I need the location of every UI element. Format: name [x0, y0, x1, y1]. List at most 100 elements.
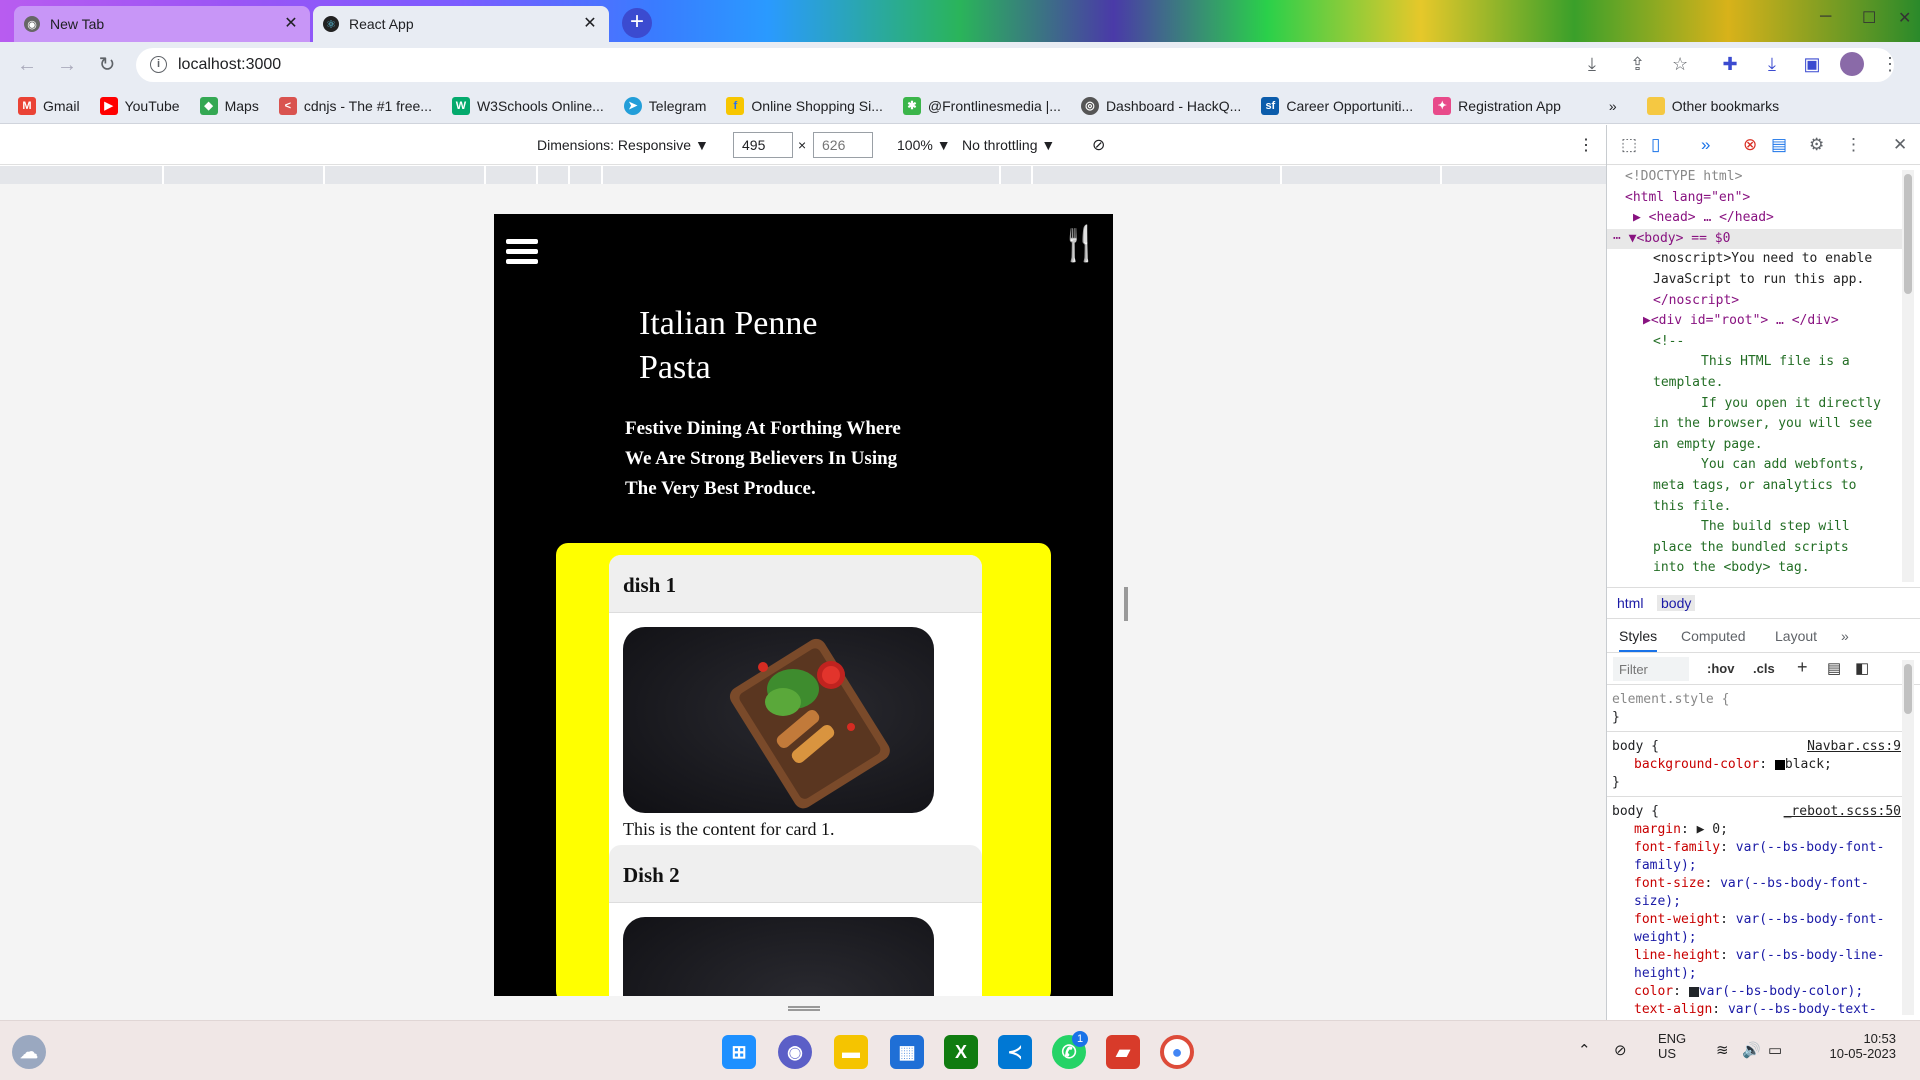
dom-comment[interactable]: this file. — [1607, 497, 1907, 518]
tab-styles[interactable]: Styles — [1619, 628, 1658, 652]
close-devtools-icon[interactable]: ✕ — [1893, 135, 1907, 155]
property-name[interactable]: font-weight — [1634, 912, 1720, 927]
dom-comment[interactable]: an empty page. — [1607, 435, 1907, 456]
weather-icon[interactable]: ☁ — [12, 1035, 46, 1069]
breadcrumb-html[interactable]: html — [1617, 595, 1643, 611]
property-value[interactable]: ▶ 0; — [1697, 822, 1728, 837]
share-icon[interactable]: ⇪ — [1630, 54, 1645, 75]
dom-node[interactable]: ▶ <head> … </head> — [1607, 208, 1907, 229]
cls-toggle[interactable]: .cls — [1753, 661, 1775, 676]
windows-start-icon[interactable]: ⊞ — [722, 1035, 756, 1069]
dom-comment[interactable]: meta tags, or analytics to — [1607, 476, 1907, 497]
more-tabs-icon[interactable]: » — [1841, 628, 1849, 644]
reload-icon[interactable]: ↻ — [92, 50, 122, 80]
tray-overflow-icon[interactable]: ⌃ — [1578, 1041, 1591, 1059]
dom-node[interactable]: JavaScript to run this app. — [1607, 270, 1907, 291]
bookmark-hackq[interactable]: ◎ Dashboard - HackQ... — [1080, 96, 1241, 115]
dom-node[interactable]: <!DOCTYPE html> — [1607, 167, 1907, 188]
property-name[interactable]: font-family — [1634, 840, 1720, 855]
color-swatch[interactable] — [1688, 986, 1699, 997]
rule-source-link[interactable]: Navbar.css:9 — [1807, 738, 1901, 756]
other-bookmarks-folder[interactable]: Other bookmarks — [1646, 96, 1779, 115]
store-icon[interactable]: ▦ — [890, 1035, 924, 1069]
browser-menu-icon[interactable]: ⋮ — [1878, 52, 1902, 76]
more-panels-icon[interactable]: » — [1701, 135, 1710, 155]
devtools-menu-icon[interactable]: ⋮ — [1845, 135, 1862, 155]
dom-comment[interactable]: into the <body> tag. — [1607, 558, 1907, 579]
side-panel-icon[interactable]: ▣ — [1800, 52, 1824, 76]
forward-icon[interactable]: → — [52, 50, 82, 80]
install-app-icon[interactable]: ⤓ — [1588, 54, 1596, 75]
media-query-ruler[interactable] — [0, 166, 1606, 184]
styles-scrollbar[interactable] — [1902, 660, 1914, 1015]
tab-layout[interactable]: Layout — [1775, 628, 1817, 644]
bookmark-maps[interactable]: ◆ Maps — [199, 96, 259, 115]
dom-node[interactable]: </noscript> — [1607, 291, 1907, 312]
inspect-element-icon[interactable]: ⬚ — [1621, 135, 1637, 155]
dom-comment[interactable]: This HTML file is a — [1607, 352, 1907, 373]
device-toggle-icon[interactable]: ▯ — [1651, 135, 1660, 155]
property-value[interactable]: var(--bs-body-text- — [1728, 1002, 1877, 1017]
close-tab-icon[interactable]: ✕ — [282, 15, 300, 33]
viewport-resize-handle-bottom[interactable] — [788, 1006, 820, 1011]
bookmark-career[interactable]: sf Career Opportuniti... — [1261, 96, 1413, 115]
dom-node[interactable]: <noscript>You need to enable — [1607, 249, 1907, 270]
close-window-icon[interactable]: ✕ — [1898, 8, 1911, 28]
viewport-resize-handle[interactable] — [1124, 587, 1128, 621]
rotate-icon[interactable]: ⊘ — [1092, 135, 1105, 155]
dom-node[interactable]: ▶<div id="root"> … </div> — [1607, 311, 1907, 332]
chat-icon[interactable]: ◉ — [778, 1035, 812, 1069]
bookmark-cdnjs[interactable]: < cdnjs - The #1 free... — [278, 96, 432, 115]
maximize-icon[interactable]: ☐ — [1862, 8, 1876, 28]
height-input[interactable] — [813, 132, 873, 158]
dom-comment[interactable]: place the bundled scripts — [1607, 538, 1907, 559]
network-off-icon[interactable]: ⊘ — [1614, 1041, 1627, 1059]
bookmark-registration[interactable]: ✦ Registration App — [1433, 96, 1561, 115]
profile-avatar[interactable] — [1840, 52, 1864, 76]
bookmark-frontlines[interactable]: ✱ @Frontlinesmedia |... — [902, 96, 1061, 115]
dom-node-selected[interactable]: ⋯ ▼<body> == $0 — [1607, 228, 1907, 250]
property-value[interactable]: var(--bs-body-color); — [1699, 984, 1863, 999]
tab-react-app[interactable]: ⚛ React App ✕ — [313, 6, 609, 42]
wifi-icon[interactable]: ≋ — [1716, 1041, 1729, 1059]
back-icon[interactable]: ← — [12, 50, 42, 80]
bookmark-star-icon[interactable]: ☆ — [1672, 54, 1688, 75]
file-explorer-icon[interactable]: ▬ — [834, 1035, 868, 1069]
tab-computed[interactable]: Computed — [1681, 628, 1746, 644]
more-bookmarks-button[interactable]: » — [1609, 98, 1617, 114]
error-icon[interactable]: ⊗ — [1743, 135, 1757, 155]
dom-comment[interactable]: The build step will — [1607, 517, 1907, 538]
property-name[interactable]: margin — [1634, 822, 1681, 837]
zoom-dropdown[interactable]: 100% ▼ — [897, 137, 951, 153]
property-value[interactable]: black; — [1785, 757, 1832, 772]
elements-tree[interactable]: <!DOCTYPE html> <html lang="en"> ▶ <head… — [1607, 167, 1907, 585]
dom-comment[interactable]: You can add webfonts, — [1607, 455, 1907, 476]
property-name[interactable]: text-align — [1634, 1002, 1712, 1017]
dimensions-dropdown[interactable]: Dimensions: Responsive ▼ — [537, 137, 709, 153]
address-bar[interactable]: i localhost:3000 ⤓ ⇪ ☆ — [136, 48, 1894, 82]
add-rule-icon[interactable]: + — [1797, 657, 1808, 678]
sidebar-toggle-icon[interactable]: ◧ — [1855, 659, 1869, 677]
settings-gear-icon[interactable]: ⚙ — [1809, 135, 1824, 155]
breadcrumb-body[interactable]: body — [1657, 595, 1696, 611]
vscode-icon[interactable]: ≺ — [998, 1035, 1032, 1069]
url-text[interactable]: localhost:3000 — [178, 56, 281, 74]
downloads-icon[interactable]: ⤓ — [1760, 52, 1784, 76]
bookmark-w3schools[interactable]: W W3Schools Online... — [451, 96, 604, 115]
bookmark-gmail[interactable]: M Gmail — [18, 96, 80, 115]
xbox-icon[interactable]: X — [944, 1035, 978, 1069]
throttle-dropdown[interactable]: No throttling ▼ — [962, 137, 1055, 153]
battery-icon[interactable]: ▭ — [1768, 1041, 1782, 1059]
dom-comment[interactable]: <!-- — [1607, 332, 1907, 353]
close-tab-icon[interactable]: ✕ — [581, 15, 599, 33]
paint-icon[interactable]: ▤ — [1827, 659, 1841, 677]
width-input[interactable] — [733, 132, 793, 158]
elements-scrollbar[interactable] — [1902, 170, 1914, 582]
device-options-icon[interactable]: ⋮ — [1578, 135, 1594, 155]
dom-comment[interactable]: in the browser, you will see — [1607, 414, 1907, 435]
issues-icon[interactable]: ▤ — [1771, 135, 1787, 155]
styles-filter-input[interactable] — [1613, 657, 1689, 681]
volume-icon[interactable]: 🔊 — [1742, 1041, 1761, 1059]
bookmark-youtube[interactable]: ▶ YouTube — [99, 96, 180, 115]
hov-toggle[interactable]: :hov — [1707, 661, 1734, 676]
